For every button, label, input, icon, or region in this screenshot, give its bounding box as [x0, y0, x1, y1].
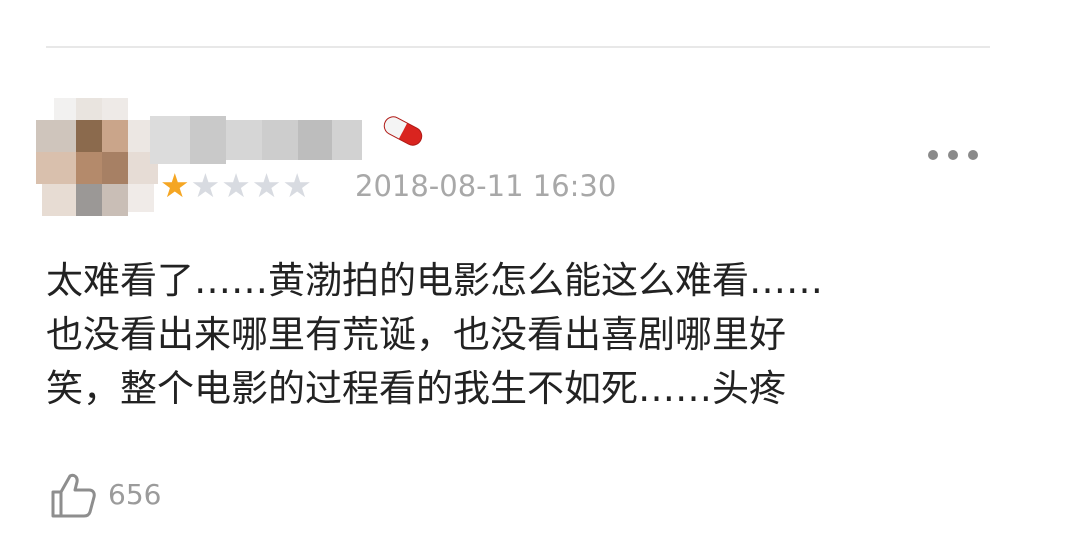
pill-badge-icon — [379, 113, 427, 149]
review-text-line: 笑，整个电影的过程看的我生不如死……头疼 — [46, 367, 786, 410]
rating-stars: ★ ★ ★ ★ ★ — [160, 168, 312, 204]
star-icon-empty: ★ — [282, 166, 312, 205]
avatar[interactable] — [36, 98, 158, 216]
like-count: 656 — [108, 478, 162, 511]
more-dots-icon — [928, 150, 938, 160]
username-blurred[interactable] — [150, 116, 362, 164]
like-button[interactable]: 656 — [48, 470, 161, 520]
review-date: 2018-08-11 16:30 — [355, 169, 617, 203]
star-icon-filled: ★ — [160, 166, 190, 205]
review-text-line: 太难看了……黄渤拍的电影怎么能这么难看…… — [46, 259, 823, 302]
review-text: 太难看了……黄渤拍的电影怎么能这么难看…… 也没看出来哪里有荒诞，也没看出喜剧哪… — [46, 254, 1006, 416]
more-options-button[interactable] — [928, 140, 978, 170]
top-divider — [46, 46, 990, 48]
review-text-line: 也没看出来哪里有荒诞，也没看出喜剧哪里好 — [46, 313, 786, 356]
thumbs-up-icon — [51, 473, 96, 518]
star-icon-empty: ★ — [251, 166, 282, 205]
star-icon-empty: ★ — [190, 166, 221, 205]
star-icon-empty: ★ — [221, 166, 251, 205]
